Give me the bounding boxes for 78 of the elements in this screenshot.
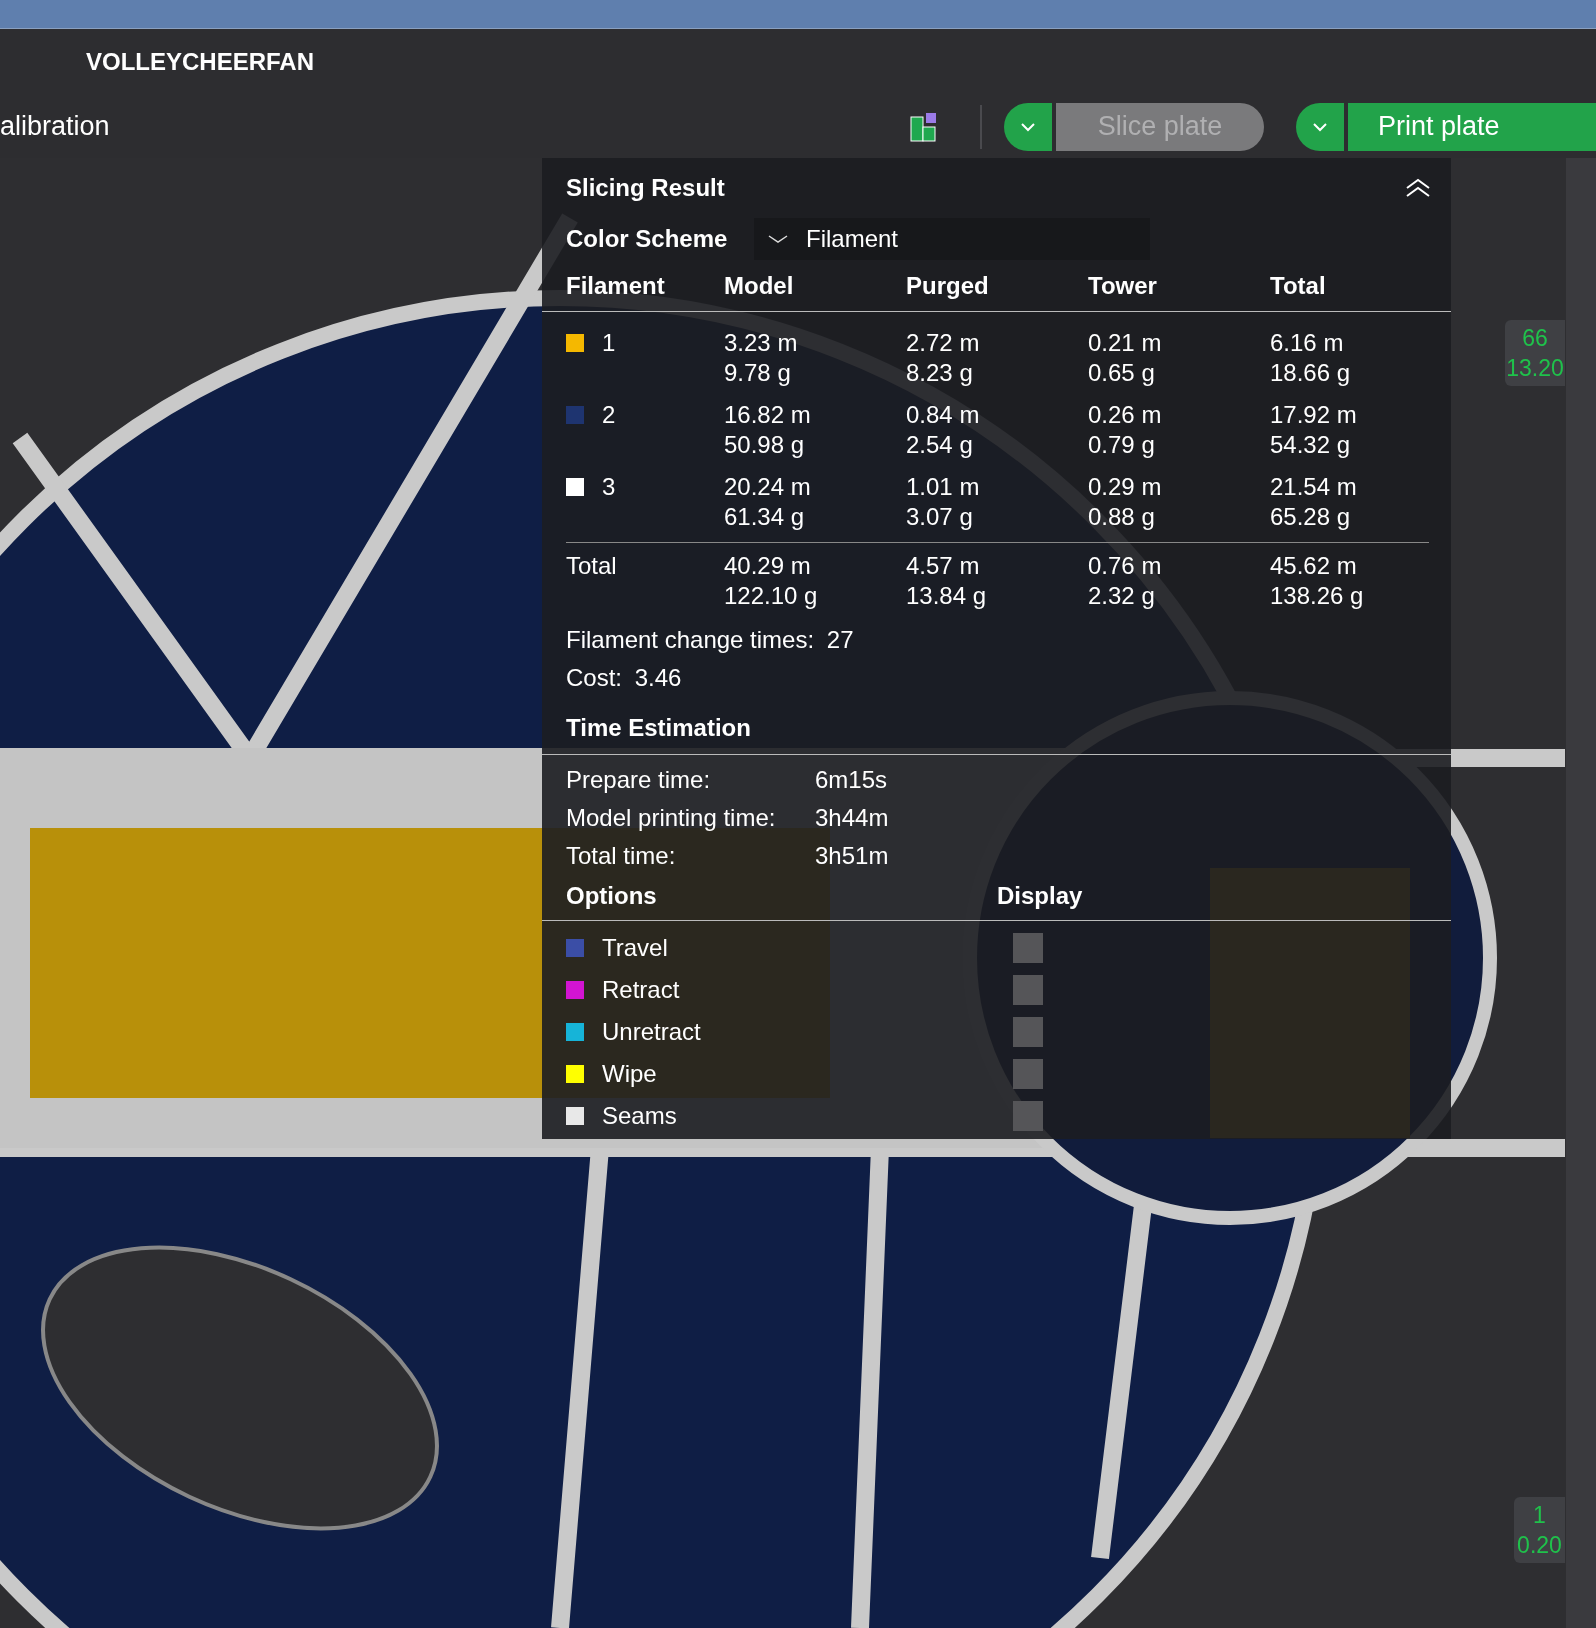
table-cell-text: 0.84 m: [906, 400, 981, 430]
time-label: Model printing time:: [566, 803, 777, 833]
table-cell-text: 17.92 m: [1270, 400, 1358, 430]
column-header: Display: [997, 881, 1083, 911]
table-cell-text: 6.16 m: [1270, 328, 1345, 358]
display-checkbox[interactable]: [1013, 933, 1043, 963]
table-cell-text: 54.32 g: [1270, 430, 1352, 460]
slice-dropdown-button[interactable]: [1004, 102, 1052, 151]
option-label: Unretract: [602, 1017, 702, 1047]
cost-value: 3.46: [634, 664, 682, 691]
table-cell-text: 0.29 m: [1088, 472, 1163, 502]
table-cell-text: 138.26 g: [1270, 581, 1365, 611]
table-cell-text: 61.34 g: [724, 502, 806, 532]
table-cell-text: 3.07 g: [906, 502, 974, 532]
table-cell-text: 21.54 m: [1270, 472, 1358, 502]
column-header: Model: [724, 271, 794, 299]
filament-change-value: 27: [826, 626, 854, 653]
table-cell-text: 50.98 g: [724, 430, 806, 460]
time-value: 3h51m: [815, 841, 889, 871]
table-cell-text: 1.01 m: [906, 472, 981, 502]
project-title: VOLLEYCHEERFAN: [86, 47, 315, 77]
layer-label: 66 13.20: [1505, 320, 1565, 386]
option-label: Wipe: [602, 1059, 658, 1089]
table-cell-text: 3.23 m: [724, 328, 799, 358]
chevron-down-icon: [768, 234, 788, 244]
column-header: Total: [1270, 271, 1326, 299]
table-cell-text: 20.24 m: [724, 472, 812, 502]
color-scheme-label: Color Scheme: [566, 224, 729, 254]
table-cell-text: 0.76 m: [1088, 551, 1163, 581]
column-header: Tower: [1088, 271, 1157, 299]
filament-number: 3: [602, 472, 616, 502]
filament-number: 2: [602, 400, 616, 430]
collapse-icon[interactable]: [1405, 178, 1431, 198]
table-cell-text: 0.65 g: [1088, 358, 1156, 388]
table-cell-text: 0.26 m: [1088, 400, 1163, 430]
table-cell-text: 0.88 g: [1088, 502, 1156, 532]
display-checkbox[interactable]: [1013, 1059, 1043, 1089]
table-cell-text: 40.29 m: [724, 551, 812, 581]
option-label: Travel: [602, 933, 669, 963]
total-label: Total: [566, 552, 617, 579]
panel-title: Slicing Result: [566, 173, 725, 203]
table-cell-text: 2.32 g: [1088, 581, 1156, 611]
time-value: 6m15s: [815, 765, 888, 795]
table-cell-text: 0.79 g: [1088, 430, 1156, 460]
display-checkbox[interactable]: [1013, 1101, 1043, 1131]
time-label: Prepare time:: [566, 765, 712, 795]
column-header: Purged: [906, 271, 989, 299]
chevron-down-icon: [1020, 121, 1036, 132]
cost-label: Cost:: [566, 664, 622, 691]
table-cell-text: 45.62 m: [1270, 551, 1358, 581]
chevron-down-icon: [1312, 121, 1328, 132]
column-header: Filament: [566, 271, 665, 299]
table-cell-text: 2.72 m: [906, 328, 981, 358]
table-cell-text: 9.78 g: [724, 358, 792, 388]
print-dropdown-button[interactable]: [1296, 102, 1344, 151]
tab-label[interactable]: alibration: [0, 106, 910, 147]
display-checkbox[interactable]: [1013, 1017, 1043, 1047]
table-cell-text: 2.54 g: [906, 430, 974, 460]
table-cell-text: 122.10 g: [724, 581, 819, 611]
layer-label: 1 0.20: [1514, 1497, 1565, 1563]
layer-slider-track[interactable]: [1566, 158, 1596, 1628]
filament-number: 1: [602, 328, 616, 358]
time-label: Total time:: [566, 841, 677, 871]
option-label: Retract: [602, 975, 681, 1005]
table-cell-text: 13.84 g: [906, 581, 988, 611]
section-title: Options: [566, 881, 658, 911]
table-cell-text: 16.82 m: [724, 400, 812, 430]
filament-change-label: Filament change times:: [566, 626, 815, 653]
table-cell-text: 65.28 g: [1270, 502, 1352, 532]
table-cell-text: 18.66 g: [1270, 358, 1352, 388]
option-label: Seams: [602, 1101, 678, 1131]
table-cell-text: 8.23 g: [906, 358, 974, 388]
section-title: Time Estimation: [566, 713, 751, 743]
table-cell-text: 4.57 m: [906, 551, 981, 581]
color-scheme-dropdown[interactable]: Filament: [754, 218, 1150, 260]
display-checkbox[interactable]: [1013, 975, 1043, 1005]
table-cell-text: 0.21 m: [1088, 328, 1163, 358]
time-value: 3h44m: [815, 803, 889, 833]
